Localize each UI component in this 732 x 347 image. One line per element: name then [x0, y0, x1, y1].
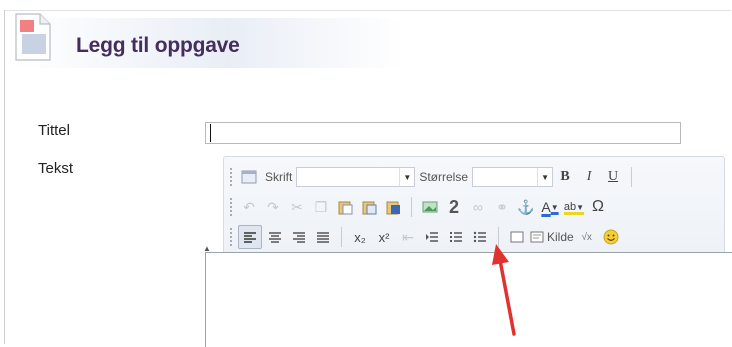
- link-icon: ∞: [473, 199, 483, 215]
- align-justify-button[interactable]: [312, 226, 334, 248]
- unlink-icon: ⚭: [496, 198, 508, 215]
- italic-button[interactable]: I: [578, 166, 600, 188]
- redo-icon: ↷: [267, 198, 279, 215]
- text-color-button[interactable]: A ▼: [539, 196, 561, 218]
- toolbar-row-3: x₂ x² ⇤ Kilde √x: [229, 224, 623, 250]
- paste-text-icon: [362, 201, 377, 215]
- numbered-list-button[interactable]: [445, 226, 467, 248]
- background-color-button[interactable]: ab ▼: [563, 196, 585, 218]
- image-icon: [422, 201, 438, 213]
- paste-word-icon: [386, 201, 400, 215]
- align-left-button[interactable]: [238, 225, 262, 249]
- chevron-down-icon: ▼: [399, 168, 414, 186]
- align-right-button[interactable]: [288, 226, 310, 248]
- toolbar-separator: [341, 227, 342, 247]
- indent-icon: [426, 232, 438, 242]
- maximize-button[interactable]: [238, 166, 260, 188]
- cut-button[interactable]: ✂: [286, 196, 308, 218]
- collapse-toolbar-icon[interactable]: ▲: [203, 244, 211, 253]
- toolbar-row-1: Skrift ▼ Størrelse ▼ B I U: [229, 164, 638, 190]
- smiley-icon: [603, 229, 619, 245]
- link-button[interactable]: ∞: [467, 196, 489, 218]
- align-center-icon: [269, 232, 281, 243]
- editor-content-area[interactable]: [205, 252, 732, 347]
- align-justify-icon: [317, 232, 329, 243]
- undo-button[interactable]: ↶: [238, 196, 260, 218]
- subscript-button[interactable]: x₂: [349, 226, 371, 248]
- outdent-button[interactable]: ⇤: [397, 226, 419, 248]
- special-char-button[interactable]: Ω: [587, 196, 609, 218]
- smiley-button[interactable]: [600, 226, 622, 248]
- undo-icon: ↶: [243, 198, 255, 215]
- paste-word-button[interactable]: [382, 196, 404, 218]
- unlink-button[interactable]: ⚭: [491, 196, 513, 218]
- redo-button[interactable]: ↷: [262, 196, 284, 218]
- outdent-icon: ⇤: [402, 228, 414, 245]
- rich-text-editor: Skrift ▼ Størrelse ▼ B I U ↶ ↷ ✂ ❐ 2 ∞ ⚭…: [203, 156, 732, 347]
- align-center-button[interactable]: [264, 226, 286, 248]
- bold-button[interactable]: B: [554, 166, 576, 188]
- square-root-icon: √x: [581, 231, 592, 243]
- paste-text-button[interactable]: [358, 196, 380, 218]
- paste-button[interactable]: [334, 196, 356, 218]
- title-label: Tittel: [38, 122, 70, 139]
- toolbar-separator: [631, 167, 633, 187]
- text-label: Tekst: [38, 160, 74, 177]
- background-color-icon: ab: [563, 201, 577, 213]
- underline-button[interactable]: U: [602, 166, 624, 188]
- font-select[interactable]: ▼: [296, 167, 416, 187]
- text-caret: [210, 124, 211, 142]
- anchor-icon: ⚓: [517, 198, 535, 215]
- size-select-value: [473, 168, 537, 186]
- math-formula-icon: 2: [448, 196, 459, 217]
- paste-icon: [338, 201, 353, 215]
- align-left-icon: [244, 232, 256, 243]
- source-icon: [530, 231, 544, 243]
- anchor-button[interactable]: ⚓: [515, 196, 537, 218]
- math-formula-button[interactable]: 2: [443, 196, 465, 218]
- bulleted-list-icon: [473, 231, 486, 243]
- equation-button[interactable]: √x: [576, 226, 598, 248]
- annotation-arrow-icon: [492, 244, 516, 336]
- indent-button[interactable]: [421, 226, 443, 248]
- title-input[interactable]: [205, 122, 681, 144]
- cut-icon: ✂: [291, 198, 303, 215]
- size-label: Størrelse: [419, 170, 469, 184]
- source-button[interactable]: Kilde: [530, 226, 574, 248]
- toolbar-grip[interactable]: [229, 197, 233, 217]
- font-label: Skrift: [265, 170, 293, 184]
- toolbar-row-2: ↶ ↷ ✂ ❐ 2 ∞ ⚭ ⚓ A ▼ ab ▼ Ω: [229, 194, 610, 220]
- align-right-icon: [293, 232, 305, 243]
- maximize-icon: [241, 170, 257, 184]
- numbered-list-icon: [450, 232, 462, 242]
- image-button[interactable]: [419, 196, 441, 218]
- copy-icon: ❐: [314, 198, 328, 215]
- toolbar-grip[interactable]: [229, 227, 233, 247]
- chevron-down-icon: ▼: [537, 168, 552, 186]
- copy-button[interactable]: ❐: [310, 196, 332, 218]
- size-select[interactable]: ▼: [472, 167, 554, 187]
- text-color-icon: A: [541, 199, 551, 215]
- superscript-button[interactable]: x²: [373, 226, 395, 248]
- source-label: Kilde: [547, 230, 574, 244]
- special-char-icon: Ω: [592, 198, 604, 215]
- document-add-icon: [15, 13, 51, 61]
- toolbar-grip[interactable]: [229, 167, 233, 187]
- font-select-value: [297, 168, 399, 186]
- page-title: Legg til oppgave: [76, 34, 240, 57]
- toolbar-separator: [411, 197, 412, 217]
